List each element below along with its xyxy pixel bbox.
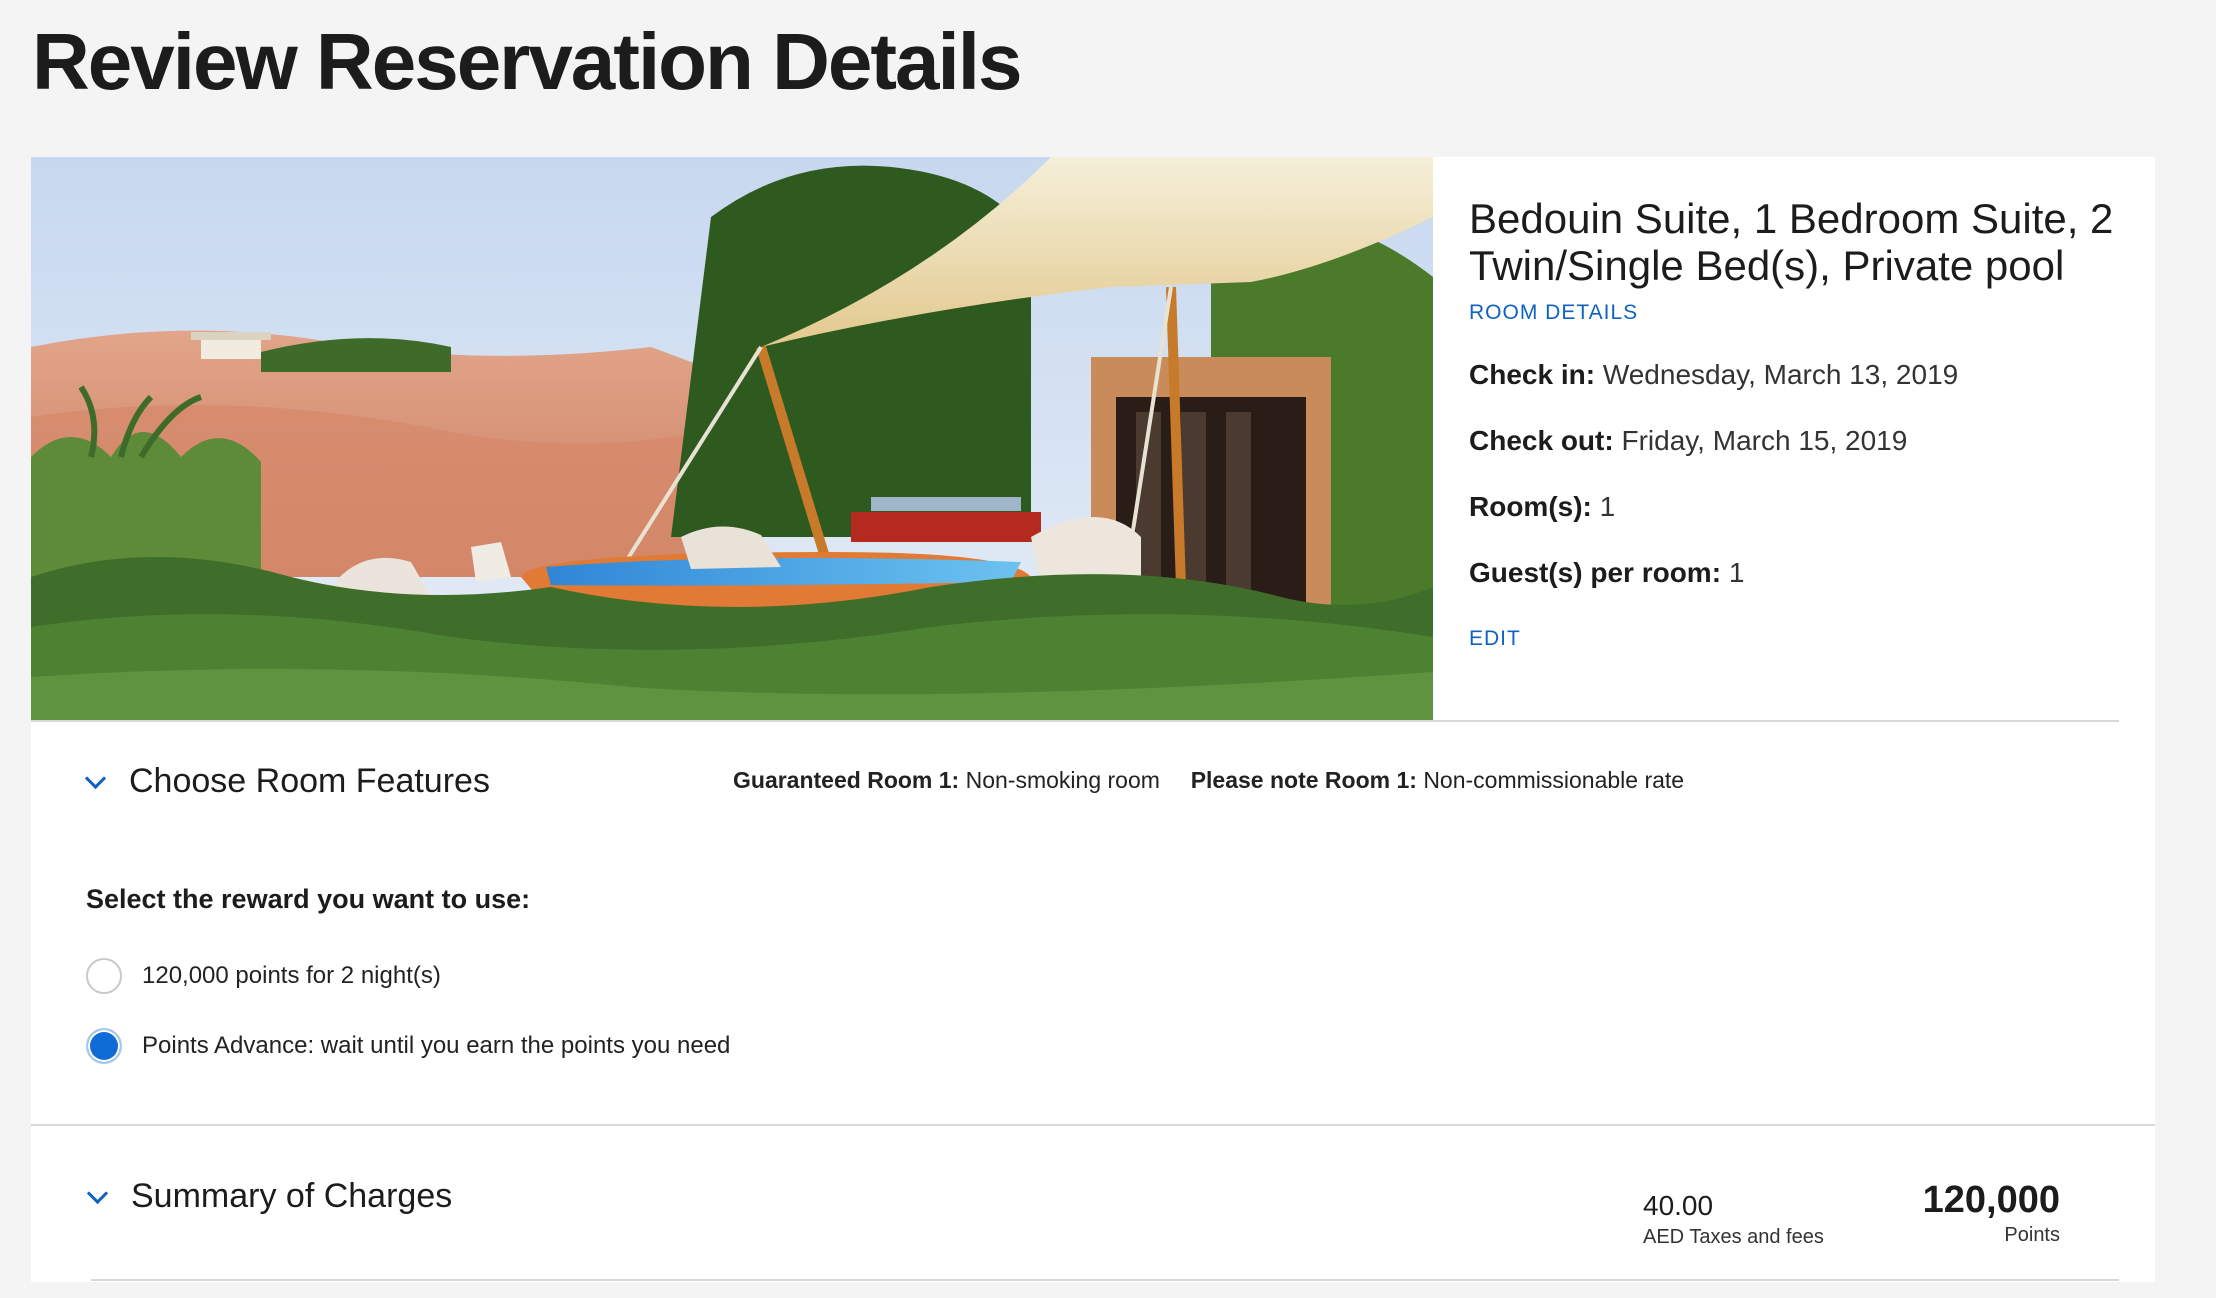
guests-value: 1 bbox=[1728, 557, 1745, 588]
note-value: Non-commissionable rate bbox=[1423, 767, 1685, 793]
taxes-caption: AED Taxes and fees bbox=[1643, 1226, 1824, 1248]
reward-option-points-advance[interactable]: Points Advance: wait until you earn the … bbox=[86, 1028, 730, 1064]
page-title: Review Reservation Details bbox=[32, 17, 1022, 106]
divider bbox=[91, 1279, 2119, 1281]
rooms-label: Room(s): bbox=[1469, 491, 1592, 522]
points-caption: Points bbox=[2004, 1224, 2060, 1246]
reward-option-label: Points Advance: wait until you earn the … bbox=[142, 1032, 731, 1059]
choose-room-features-title: Choose Room Features bbox=[129, 762, 490, 800]
room-info: Bedouin Suite, 1 Bedroom Suite, 2 Twin/S… bbox=[1469, 195, 2129, 651]
check-in-label: Check in: bbox=[1469, 359, 1596, 390]
rooms-value: 1 bbox=[1599, 491, 1616, 522]
taxes-summary: 40.00 AED Taxes and fees bbox=[1643, 1190, 1824, 1249]
chevron-down-icon bbox=[84, 767, 107, 790]
guaranteed-value: Non-smoking room bbox=[965, 767, 1160, 793]
summary-of-charges-toggle[interactable]: Summary of Charges bbox=[86, 1177, 453, 1216]
choose-room-features-toggle[interactable]: Choose Room Features bbox=[84, 762, 490, 801]
divider bbox=[31, 1124, 2155, 1126]
check-out-value: Friday, March 15, 2019 bbox=[1621, 425, 1908, 456]
rooms-row: Room(s): 1 bbox=[1469, 491, 2129, 523]
check-out-label: Check out: bbox=[1469, 425, 1614, 456]
room-photo bbox=[31, 157, 1433, 720]
reward-option-points[interactable]: 120,000 points for 2 night(s) bbox=[86, 958, 441, 994]
note-label: Please note Room 1: bbox=[1190, 767, 1417, 793]
room-details-link[interactable]: ROOM DETAILS bbox=[1469, 301, 1638, 325]
radio-unselected[interactable] bbox=[86, 958, 122, 994]
check-in-value: Wednesday, March 13, 2019 bbox=[1602, 359, 1959, 390]
chevron-down-icon bbox=[86, 1182, 109, 1205]
guests-label: Guest(s) per room: bbox=[1469, 557, 1722, 588]
guests-row: Guest(s) per room: 1 bbox=[1469, 557, 2129, 589]
points-summary: 120,000 Points bbox=[1923, 1179, 2060, 1247]
points-amount: 120,000 bbox=[1922, 1179, 2060, 1221]
reward-question: Select the reward you want to use: bbox=[86, 884, 531, 914]
reward-option-label: 120,000 points for 2 night(s) bbox=[142, 962, 441, 989]
summary-of-charges-title: Summary of Charges bbox=[131, 1177, 453, 1215]
guaranteed-label: Guaranteed Room 1: bbox=[733, 767, 960, 793]
room-name: Bedouin Suite, 1 Bedroom Suite, 2 Twin/S… bbox=[1469, 195, 2114, 289]
room-notes: Guaranteed Room 1: Non-smoking room Plea… bbox=[733, 767, 1684, 794]
check-in-row: Check in: Wednesday, March 13, 2019 bbox=[1469, 359, 2129, 391]
reservation-card: Bedouin Suite, 1 Bedroom Suite, 2 Twin/S… bbox=[31, 157, 2155, 1282]
edit-link[interactable]: EDIT bbox=[1469, 627, 1521, 651]
room-photo-illustration bbox=[31, 157, 1433, 720]
taxes-amount: 40.00 bbox=[1643, 1190, 1714, 1221]
divider bbox=[31, 720, 2119, 722]
check-out-row: Check out: Friday, March 15, 2019 bbox=[1469, 425, 2129, 457]
radio-selected[interactable] bbox=[86, 1028, 122, 1064]
